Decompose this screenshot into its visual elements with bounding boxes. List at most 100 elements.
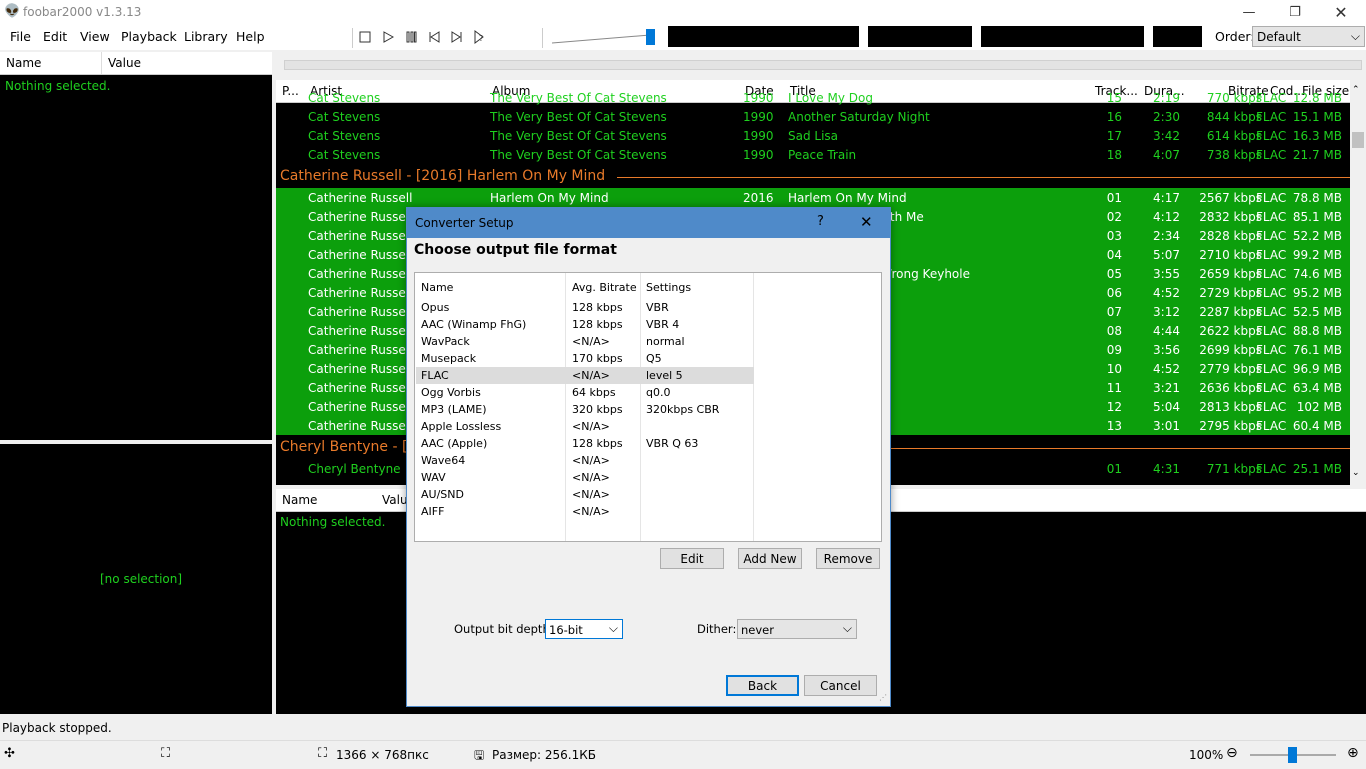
scroll-up-icon[interactable]: ⌃: [1352, 85, 1360, 95]
format-row[interactable]: AU/SND <N/A>: [416, 486, 754, 503]
cell-bitrate: 2636 kbps: [1199, 381, 1262, 395]
cell-size: 12.8 MB: [1292, 91, 1342, 105]
cell-bitrate: 2795 kbps: [1199, 419, 1262, 433]
format-row[interactable]: Opus 128 kbps VBR: [416, 299, 754, 316]
menu-library[interactable]: Library: [184, 29, 228, 44]
cell-track: 07: [1106, 305, 1122, 319]
order-label: Order:: [1215, 29, 1255, 44]
cell-dur: 3:42: [1153, 129, 1180, 143]
help-button[interactable]: ?: [817, 214, 824, 229]
resize-grip-icon[interactable]: ⋰: [879, 693, 887, 702]
close-button[interactable]: ✕: [1318, 0, 1364, 24]
cell-artist: Catherine Russell: [308, 229, 413, 243]
menu-playback[interactable]: Playback: [121, 29, 177, 44]
cell-artist: Catherine Russell: [308, 210, 413, 224]
playlist-row[interactable]: Cat Stevens The Very Best Of Cat Stevens 1…: [276, 145, 1350, 164]
format-row[interactable]: AAC (Winamp FhG) 128 kbps VBR 4: [416, 316, 754, 333]
format-col-settings[interactable]: Settings: [646, 281, 691, 294]
next-icon[interactable]: [447, 27, 467, 47]
format-row[interactable]: WAV <N/A>: [416, 469, 754, 486]
cell-artist: Catherine Russell: [308, 305, 413, 319]
cell-size: 60.4 MB: [1292, 419, 1342, 433]
format-row[interactable]: WavPack <N/A> normal: [416, 333, 754, 350]
zoom-slider-thumb[interactable]: [1288, 747, 1297, 763]
properties-header: Name Value: [0, 52, 272, 75]
cell-track: 02: [1106, 210, 1122, 224]
viewer-toolbar: ✣ ⛶ ⛶ 1366 × 768пкс 🖫 Размер: 256.1КБ 10…: [0, 740, 1366, 769]
group-header[interactable]: Catherine Russell - [2016] Harlem On My …: [276, 165, 1350, 187]
zoom-out-icon[interactable]: ⊖: [1226, 745, 1238, 761]
format-bitrate: 320 kbps: [572, 403, 623, 416]
cell-size: 16.3 MB: [1292, 129, 1342, 143]
menu-view[interactable]: View: [80, 29, 110, 44]
bit-depth-dropdown[interactable]: 16-bit ⌵: [545, 619, 623, 639]
stop-icon[interactable]: [355, 27, 375, 47]
playlist-row[interactable]: Catherine Russell Harlem On My Mind 2016 Ha…: [276, 188, 1350, 207]
format-row[interactable]: Wave64 <N/A>: [416, 452, 754, 469]
scroll-down-icon[interactable]: ⌄: [1352, 468, 1360, 478]
cell-dur: 4:52: [1153, 362, 1180, 376]
back-button[interactable]: Back: [726, 675, 799, 696]
playlist-row[interactable]: Cat Stevens The Very Best Of Cat Stevens 1…: [276, 88, 1350, 107]
col-name-header[interactable]: Name: [6, 56, 41, 70]
format-col-bitrate[interactable]: Avg. Bitrate: [572, 281, 637, 294]
order-value: Default: [1257, 30, 1301, 44]
volume-slider[interactable]: [550, 27, 660, 47]
format-list[interactable]: Name Avg. Bitrate Settings Opus 128 kbps V…: [414, 272, 882, 542]
cell-track: 17: [1106, 129, 1122, 143]
bit-depth-value: 16-bit: [549, 623, 583, 637]
format-row[interactable]: Ogg Vorbis 64 kbps q0.0: [416, 384, 754, 401]
menu-help[interactable]: Help: [236, 29, 265, 44]
format-row[interactable]: Musepack 170 kbps Q5: [416, 350, 754, 367]
format-row[interactable]: MP3 (LAME) 320 kbps 320kbps CBR: [416, 401, 754, 418]
edit-button[interactable]: Edit: [660, 548, 724, 569]
pause-icon[interactable]: [401, 27, 421, 47]
scroll-thumb[interactable]: [1352, 132, 1364, 148]
cell-artist: Catherine Russell: [308, 191, 413, 205]
seek-bar[interactable]: [284, 60, 1362, 70]
format-row[interactable]: AAC (Apple) 128 kbps VBR Q 63: [416, 435, 754, 452]
dither-dropdown[interactable]: never ⌵: [737, 619, 857, 639]
cell-codec: FLAC: [1256, 343, 1287, 357]
cell-track: 15: [1106, 91, 1122, 105]
format-col-name[interactable]: Name: [421, 281, 453, 294]
col-value-header[interactable]: Value: [108, 56, 141, 70]
dialog-close-icon[interactable]: ✕: [860, 213, 873, 231]
zoom-in-icon[interactable]: ⊕: [1347, 745, 1359, 761]
format-row[interactable]: AIFF <N/A>: [416, 503, 754, 520]
cell-size: 21.7 MB: [1292, 148, 1342, 162]
format-settings: q0.0: [646, 386, 671, 399]
playlist-scrollbar[interactable]: ⌃ ⌄: [1350, 80, 1366, 485]
bottom-col-value[interactable]: Valu: [382, 493, 408, 507]
format-name: WAV: [421, 471, 446, 484]
cell-bitrate: 2567 kbps: [1199, 191, 1262, 205]
format-row[interactable]: Apple Lossless <N/A>: [416, 418, 754, 435]
add-new-button[interactable]: Add New: [738, 548, 802, 569]
play-icon[interactable]: [378, 27, 398, 47]
menu-edit[interactable]: Edit: [43, 29, 67, 44]
status-display-4: [1153, 26, 1202, 47]
random-icon[interactable]: ?: [470, 27, 490, 47]
status-display-1: [668, 26, 859, 47]
format-name: Apple Lossless: [421, 420, 502, 433]
select-icon[interactable]: ⛶: [161, 746, 170, 761]
cell-codec: FLAC: [1256, 110, 1287, 124]
remove-button[interactable]: Remove: [816, 548, 880, 569]
cell-codec: FLAC: [1256, 400, 1287, 414]
menu-file[interactable]: File: [10, 29, 31, 44]
move-icon[interactable]: ✣: [4, 746, 15, 761]
toolbar-separator: [352, 28, 353, 48]
order-dropdown[interactable]: Default ⌵: [1252, 26, 1365, 47]
app-logo-icon: 👽: [4, 4, 21, 19]
maximize-button[interactable]: ❐: [1272, 0, 1318, 24]
cell-album: The Very Best Of Cat Stevens: [490, 91, 667, 105]
playlist-row[interactable]: Cat Stevens The Very Best Of Cat Stevens 1…: [276, 126, 1350, 145]
previous-icon[interactable]: [424, 27, 444, 47]
cancel-button[interactable]: Cancel: [804, 675, 877, 696]
format-row[interactable]: FLAC <N/A> level 5: [416, 367, 754, 384]
playlist-row[interactable]: Cat Stevens The Very Best Of Cat Stevens 1…: [276, 107, 1350, 126]
bottom-col-name[interactable]: Name: [282, 493, 317, 507]
properties-panel: Name Value Nothing selected.: [0, 52, 272, 440]
cell-size: 52.5 MB: [1292, 305, 1342, 319]
minimize-button[interactable]: —: [1226, 0, 1272, 24]
